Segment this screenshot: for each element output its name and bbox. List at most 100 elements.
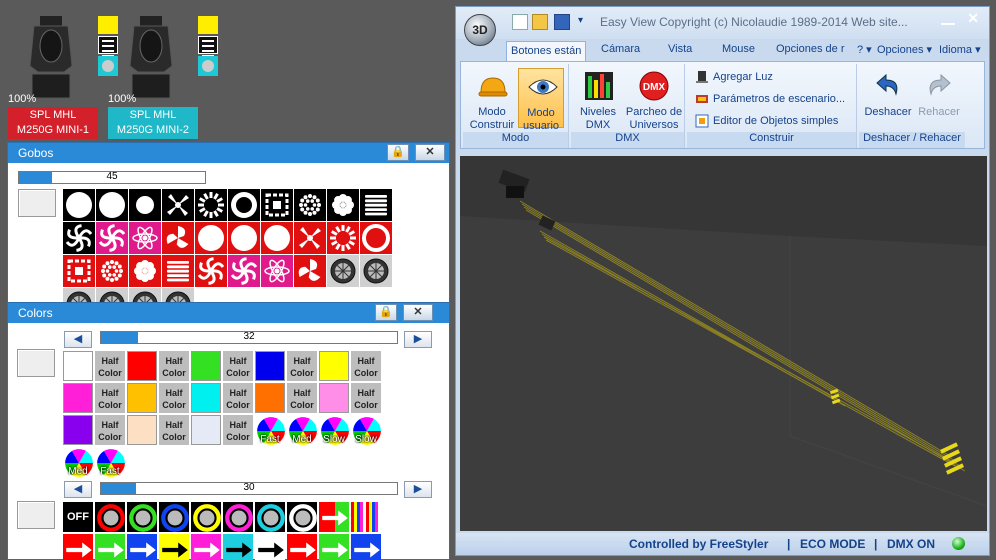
effect-arrow-button[interactable] xyxy=(223,534,253,560)
half-color-button[interactable]: Half Color xyxy=(287,351,317,381)
effect-ring-button[interactable] xyxy=(191,502,221,532)
tab-idioma[interactable]: Idioma ▾ xyxy=(939,43,981,56)
color-swatch[interactable] xyxy=(191,351,221,381)
effect-prev-button[interactable]: ◀ xyxy=(64,481,92,498)
effect-arrow-button[interactable] xyxy=(95,534,125,560)
effect-preview[interactable] xyxy=(17,501,55,529)
color-rotation-button[interactable]: Fast xyxy=(255,415,285,445)
color-rotation-button[interactable]: Med xyxy=(63,447,93,477)
color-next-button[interactable]: ▶ xyxy=(404,331,432,348)
color-swatch[interactable] xyxy=(255,383,285,413)
gobo-swatch[interactable] xyxy=(327,255,359,287)
effect-slider[interactable]: 30 xyxy=(100,482,398,495)
gobo-swatch[interactable] xyxy=(327,222,359,254)
gobo-swatch[interactable] xyxy=(195,255,227,287)
niveles-dmx-button[interactable]: Niveles DMX xyxy=(575,68,621,131)
gobo-swatch[interactable] xyxy=(162,222,194,254)
half-color-button[interactable]: Half Color xyxy=(223,351,253,381)
gobo-swatch[interactable] xyxy=(228,222,260,254)
gobo-swatch[interactable] xyxy=(96,189,128,221)
gobo-swatch[interactable] xyxy=(129,255,161,287)
gobo-swatch[interactable] xyxy=(96,255,128,287)
effect-arrow-button[interactable] xyxy=(287,534,317,560)
parcheo-universos-button[interactable]: DMX Parcheo de Universos xyxy=(625,68,683,131)
gobo-swatch[interactable] xyxy=(261,255,293,287)
gobo-swatch[interactable] xyxy=(129,189,161,221)
color-swatch[interactable] xyxy=(63,351,93,381)
tab-help[interactable]: ? ▾ xyxy=(857,43,872,56)
color-rotation-button[interactable]: Slow xyxy=(351,415,381,445)
gobo-swatch[interactable] xyxy=(228,189,260,221)
half-color-button[interactable]: Half Color xyxy=(159,351,189,381)
tab-vista[interactable]: Vista xyxy=(668,43,692,55)
gobo-swatch[interactable] xyxy=(162,189,194,221)
color-swatch[interactable] xyxy=(127,415,157,445)
effect-arrow-button[interactable] xyxy=(319,534,349,560)
close-button[interactable]: ✕ xyxy=(415,144,445,161)
color-swatch[interactable] xyxy=(63,415,93,445)
color-prev-button[interactable]: ◀ xyxy=(64,331,92,348)
agregar-luz-button[interactable]: Agregar Luz xyxy=(693,68,773,86)
half-color-button[interactable]: Half Color xyxy=(287,383,317,413)
half-color-button[interactable]: Half Color xyxy=(351,383,381,413)
gobo-swatch[interactable] xyxy=(294,189,326,221)
effect-next-button[interactable]: ▶ xyxy=(404,481,432,498)
gobo-swatch[interactable] xyxy=(162,255,194,287)
lock-icon[interactable]: 🔒 xyxy=(387,144,409,161)
gobo-swatch[interactable] xyxy=(63,255,95,287)
gobo-swatch[interactable] xyxy=(360,255,392,287)
color-preview[interactable] xyxy=(17,349,55,377)
open-folder-icon[interactable] xyxy=(532,14,548,30)
gobo-swatch[interactable] xyxy=(195,222,227,254)
color-swatch[interactable] xyxy=(319,351,349,381)
half-color-button[interactable]: Half Color xyxy=(95,351,125,381)
gobo-swatch[interactable] xyxy=(327,189,359,221)
gobo-swatch[interactable] xyxy=(294,255,326,287)
color-swatch[interactable] xyxy=(127,383,157,413)
color-swatch[interactable] xyxy=(191,383,221,413)
effect-arrow-button[interactable] xyxy=(255,534,285,560)
half-color-button[interactable]: Half Color xyxy=(95,383,125,413)
color-swatch[interactable] xyxy=(127,351,157,381)
effect-rainbow-button[interactable] xyxy=(351,502,381,532)
gobo-swatch[interactable] xyxy=(63,222,95,254)
qat-dropdown-icon[interactable]: ▾ xyxy=(578,15,583,26)
3d-viewport[interactable] xyxy=(460,156,987,531)
modo-construir-button[interactable]: Modo Construir xyxy=(469,68,515,131)
effect-arrow-button[interactable] xyxy=(351,534,381,560)
gobo-swatch[interactable] xyxy=(195,189,227,221)
lock-icon[interactable]: 🔒 xyxy=(375,304,397,321)
color-rotation-button[interactable]: Med xyxy=(287,415,317,445)
gobo-swatch[interactable] xyxy=(63,189,95,221)
gobo-swatch[interactable] xyxy=(360,189,392,221)
effect-ring-button[interactable] xyxy=(223,502,253,532)
editor-objetos-button[interactable]: Editor de Objetos simples xyxy=(693,112,838,130)
color-swatch[interactable] xyxy=(319,383,349,413)
effect-ring-button[interactable] xyxy=(95,502,125,532)
tab-opciones[interactable]: Opciones ▾ xyxy=(877,43,932,56)
effect-ring-button[interactable] xyxy=(159,502,189,532)
effect-arrow-button[interactable] xyxy=(159,534,189,560)
gobo-swatch[interactable] xyxy=(261,222,293,254)
tab-mouse[interactable]: Mouse xyxy=(722,43,755,55)
gobo-swatch[interactable] xyxy=(360,222,392,254)
half-color-button[interactable]: Half Color xyxy=(95,415,125,445)
gobo-swatch[interactable] xyxy=(228,255,260,287)
effect-ring-button[interactable] xyxy=(255,502,285,532)
half-color-button[interactable]: Half Color xyxy=(223,415,253,445)
half-color-button[interactable]: Half Color xyxy=(351,351,381,381)
half-color-button[interactable]: Half Color xyxy=(159,415,189,445)
gobo-preview[interactable] xyxy=(18,189,56,217)
fixture-1[interactable]: 100% SPL MHL M250G MINI-1 xyxy=(8,14,118,140)
color-rotation-button[interactable]: Fast xyxy=(95,447,125,477)
effect-chase-button[interactable] xyxy=(319,502,349,532)
rehacer-button[interactable]: Rehacer xyxy=(915,68,963,128)
gobo-slider[interactable]: 45 xyxy=(18,171,206,184)
color-slider[interactable]: 32 xyxy=(100,331,398,344)
gobo-swatch[interactable] xyxy=(294,222,326,254)
deshacer-button[interactable]: Deshacer xyxy=(863,68,913,128)
close-window-button[interactable]: ✕ xyxy=(967,10,979,27)
color-swatch[interactable] xyxy=(255,351,285,381)
gobo-swatch[interactable] xyxy=(261,189,293,221)
effect-ring-button[interactable] xyxy=(127,502,157,532)
